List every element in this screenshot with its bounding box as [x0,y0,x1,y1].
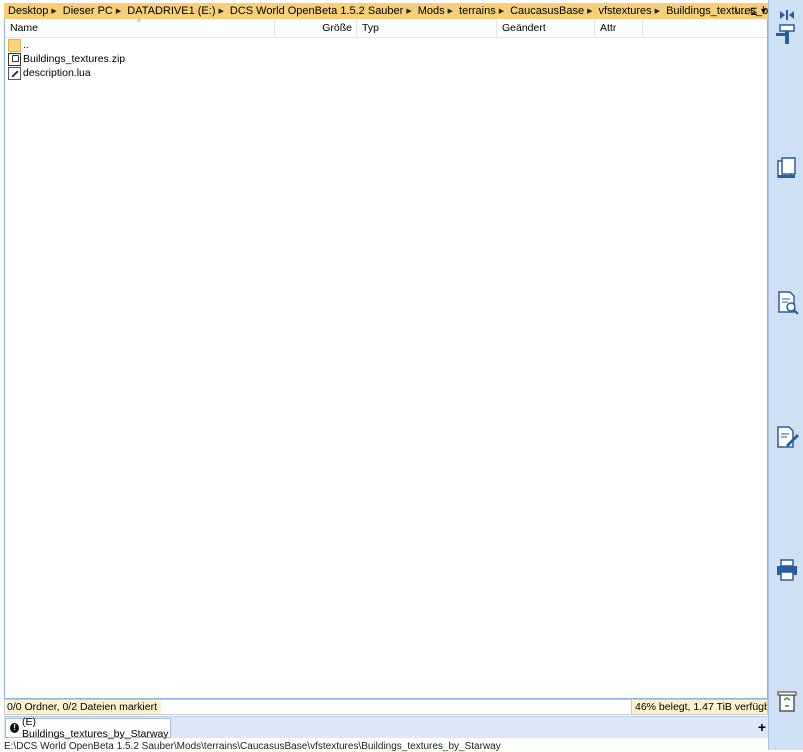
recycle-bin-icon[interactable] [774,688,800,714]
parent-folder-button[interactable]: .. [741,6,747,17]
selection-status: 0/0 Ordner, 0/2 Dateien markiert [7,700,161,714]
print-icon[interactable] [774,557,800,583]
column-changed-label: Geändert [502,22,546,34]
add-tab-button[interactable]: + [758,719,766,735]
breadcrumb-item-this-pc[interactable]: Dieser PC [59,3,114,19]
breadcrumb-item-caucasusbase[interactable]: CaucasusBase [506,3,585,19]
pane-toggle-icon[interactable] [774,2,800,20]
column-attr-label: Attr [600,22,617,34]
list-item[interactable]: description.lua [5,66,125,80]
breadcrumb-item-terrains[interactable]: terrains [455,3,497,19]
column-name[interactable]: Name ^ [5,18,275,37]
list-item[interactable]: Buildings_textures.zip [5,52,125,66]
column-header: Name ^ Größe Typ Geändert Attr [5,18,767,38]
info-icon: ! [10,723,20,733]
chevron-right-icon[interactable]: ▶ [585,7,594,15]
chevron-right-icon[interactable]: ▶ [114,7,123,15]
column-type-label: Typ [362,22,379,34]
view-icon[interactable] [774,290,800,316]
root-button[interactable]: \ [735,6,738,17]
file-list: .. Buildings_textures.zip description.lu… [5,38,125,80]
list-item[interactable]: .. [5,38,125,52]
column-changed[interactable]: Geändert [497,19,595,37]
column-size-label: Größe [322,22,352,34]
column-name-label: Name [10,22,39,34]
breadcrumb-tools: \ .. ⊑ ▾ [735,3,766,19]
column-size[interactable]: Größe [275,19,357,37]
tab-current-folder[interactable]: ! (E) Buildings_textures_by_Starway [5,716,171,740]
folder-up-icon [8,38,21,52]
edit-icon[interactable] [774,424,800,450]
zip-file-icon [8,52,21,66]
drive-space-status[interactable]: 46% belegt, 1.47 TiB verfügbar [631,700,767,714]
tree-view-button[interactable]: ⊑ [750,6,758,17]
tab-label: (E) Buildings_textures_by_Starway [22,716,169,740]
chevron-right-icon[interactable]: ▶ [404,7,413,15]
file-name: .. [23,39,29,51]
clone-icon[interactable] [774,155,800,181]
chevron-right-icon[interactable]: ▶ [49,7,58,15]
chevron-right-icon[interactable]: ▶ [497,7,506,15]
chevron-right-icon[interactable]: ▶ [216,7,225,15]
file-name: Buildings_textures.zip [23,53,126,65]
sort-ascending-icon: ^ [137,18,141,27]
breadcrumb-item-vfstextures[interactable]: vfstextures [594,3,652,19]
column-type[interactable]: Typ [357,19,497,37]
breadcrumb-item-mods[interactable]: Mods [414,3,446,19]
breadcrumb-item-dcs[interactable]: DCS World OpenBeta 1.5.2 Sauber [226,3,404,19]
path-bar[interactable]: E:\DCS World OpenBeta 1.5.2 Sauber\Mods\… [4,740,768,752]
status-bar: 0/0 Ordner, 0/2 Dateien markiert 46% bel… [4,699,768,715]
script-file-icon [8,66,21,80]
action-sidebar [768,0,803,750]
column-attr[interactable]: Attr [595,19,643,37]
breadcrumb-item-desktop[interactable]: Desktop [4,3,49,19]
file-list-pane[interactable]: Name ^ Größe Typ Geändert Attr .. Buildi… [4,18,768,699]
chevron-right-icon[interactable]: ▶ [446,7,455,15]
history-dropdown-button[interactable]: ▾ [761,6,766,17]
chevron-right-icon[interactable]: ▶ [653,7,662,15]
breadcrumb: Desktop ▶ Dieser PC ▶ DATADRIVE1 (E:) ▶ DCS… [4,3,768,20]
file-name: description.lua [23,67,91,79]
copy-icon[interactable] [774,22,800,48]
tab-bar: ! (E) Buildings_textures_by_Starway + [4,716,768,740]
